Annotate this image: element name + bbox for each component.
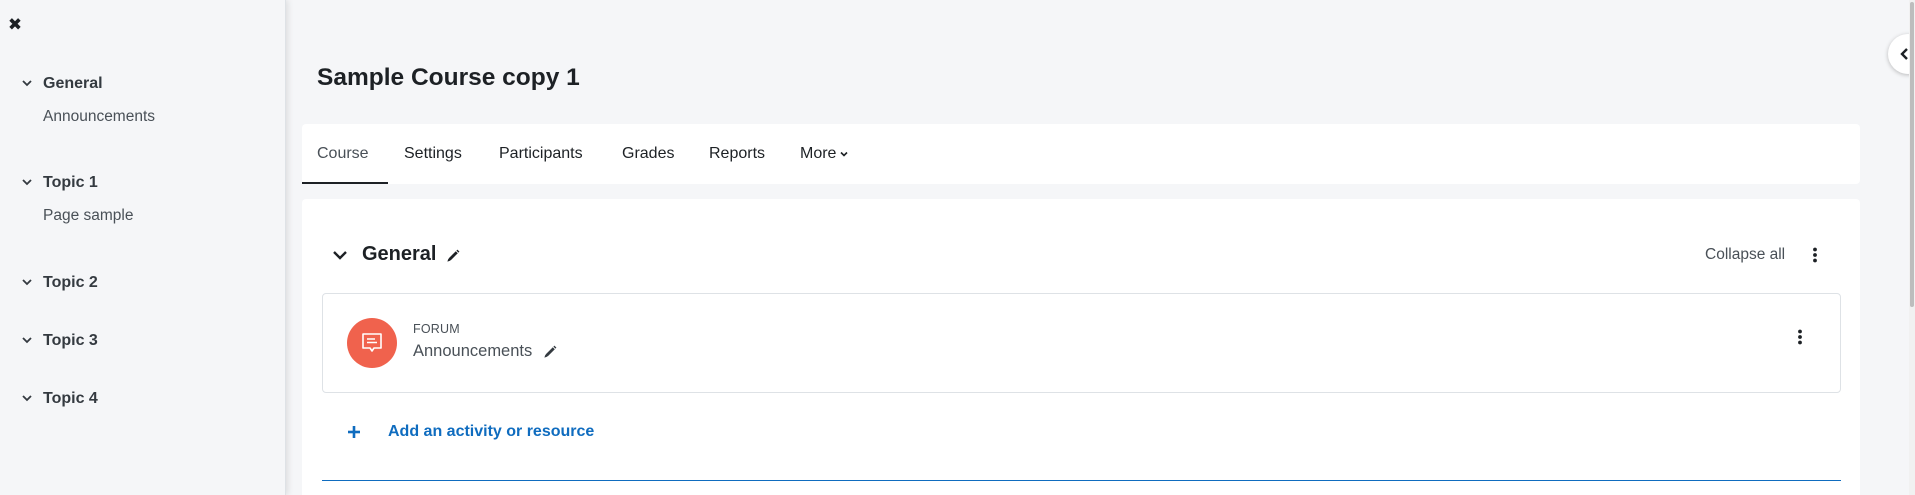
course-index-section-title: Topic 2 bbox=[43, 274, 98, 291]
course-index-section-title: Topic 3 bbox=[43, 332, 98, 349]
course-index-section-topic-4: Topic 4 bbox=[0, 383, 286, 415]
collapse-all-link[interactable]: Collapse all bbox=[1705, 246, 1785, 264]
activity-name-link[interactable]: Announcements bbox=[413, 342, 532, 361]
forum-icon[interactable] bbox=[347, 318, 397, 368]
tab-label: Settings bbox=[404, 145, 462, 162]
chevron-down-icon bbox=[22, 279, 32, 286]
course-index-section-title: Topic 1 bbox=[43, 174, 98, 191]
tab-label: Course bbox=[317, 145, 369, 162]
course-index-section-header[interactable]: Topic 3 bbox=[0, 325, 286, 357]
tab-label: Participants bbox=[499, 145, 583, 162]
tab-reports[interactable]: Reports bbox=[709, 124, 765, 184]
chevron-down-icon bbox=[22, 337, 32, 344]
activity-type: FORUM bbox=[413, 322, 460, 336]
page-title: Sample Course copy 1 bbox=[317, 64, 580, 91]
course-index-section-title: General bbox=[43, 75, 103, 92]
tab-label: More bbox=[800, 145, 837, 162]
tab-more[interactable]: More bbox=[800, 124, 849, 184]
pencil-icon[interactable] bbox=[542, 344, 558, 360]
tab-label: Grades bbox=[622, 145, 675, 162]
kebab-menu-icon[interactable] bbox=[1805, 244, 1825, 266]
course-index-section-header[interactable]: General bbox=[0, 68, 286, 100]
course-index-section-topic-2: Topic 2 bbox=[0, 267, 286, 299]
chevron-down-icon[interactable] bbox=[331, 248, 349, 262]
course-index-section-general: General Announcements bbox=[0, 68, 286, 134]
course-index-section-header[interactable]: Topic 1 bbox=[0, 167, 286, 199]
chevron-down-icon bbox=[22, 80, 32, 87]
section-divider bbox=[322, 480, 1841, 481]
tab-course[interactable]: Course bbox=[317, 124, 369, 184]
plus-icon bbox=[348, 426, 360, 438]
activity-item: FORUM Announcements bbox=[322, 293, 1841, 393]
chevron-down-icon bbox=[22, 179, 32, 186]
course-index-section-header[interactable]: Topic 2 bbox=[0, 267, 286, 299]
active-tab-indicator bbox=[302, 182, 388, 184]
course-index-section-title: Topic 4 bbox=[43, 390, 98, 407]
section-title: General bbox=[362, 243, 437, 265]
add-activity-label: Add an activity or resource bbox=[388, 423, 595, 440]
course-index-section-topic-1: Topic 1 Page sample bbox=[0, 167, 286, 233]
chevron-down-icon bbox=[22, 395, 32, 402]
kebab-menu-icon[interactable] bbox=[1790, 326, 1810, 348]
chevron-down-icon bbox=[840, 151, 849, 157]
tab-participants[interactable]: Participants bbox=[499, 124, 583, 184]
tab-settings[interactable]: Settings bbox=[404, 124, 462, 184]
course-index-drawer: ✖ General Announcements Topic 1 Page sam… bbox=[0, 0, 286, 495]
course-index-section-topic-3: Topic 3 bbox=[0, 325, 286, 357]
close-icon[interactable]: ✖ bbox=[6, 14, 24, 36]
add-activity-button[interactable]: Add an activity or resource bbox=[346, 420, 594, 444]
tab-label: Reports bbox=[709, 145, 766, 162]
scrollbar-thumb[interactable] bbox=[1910, 2, 1914, 307]
tab-grades[interactable]: Grades bbox=[622, 124, 674, 184]
pencil-icon[interactable] bbox=[445, 248, 461, 264]
course-index-section-header[interactable]: Topic 4 bbox=[0, 383, 286, 415]
course-index-item[interactable]: Page sample bbox=[0, 199, 286, 233]
secondary-navigation: Course Settings Participants Grades Repo… bbox=[302, 124, 1860, 184]
course-page: ✖ General Announcements Topic 1 Page sam… bbox=[0, 0, 1915, 495]
course-index-item[interactable]: Announcements bbox=[0, 100, 286, 134]
